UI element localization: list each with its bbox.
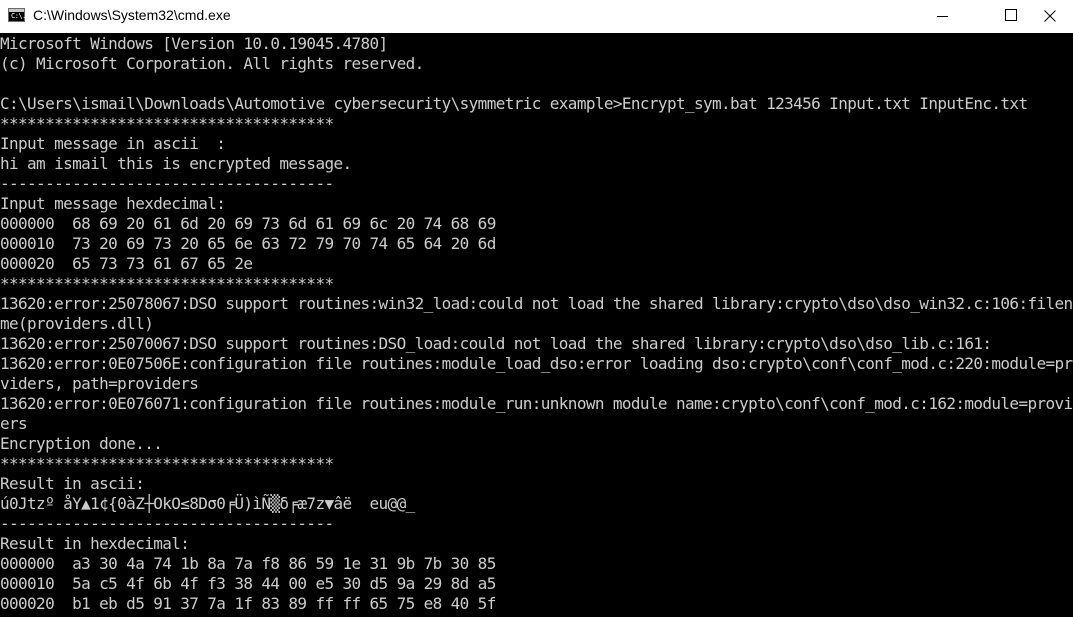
console-line: Result in ascii:: [0, 474, 145, 493]
cmd-window: C:\. C:\Windows\System32\cmd.exe Microso…: [0, 0, 1073, 617]
minimize-icon: [937, 16, 948, 17]
console-line: 13620:error:0E07506E:configuration file …: [0, 354, 1073, 373]
console-line: Encryption done...: [0, 434, 163, 453]
console-line: 13620:error:25070067:DSO support routine…: [0, 334, 992, 353]
console-line: 000000 a3 30 4a 74 1b 8a 7a f8 86 59 1e …: [0, 554, 496, 573]
console-line: *************************************: [0, 274, 334, 293]
console-line: Result in hexdecimal:: [0, 534, 190, 553]
console-line: C:\Users\ismail\Downloads\Automotive cyb…: [0, 94, 1028, 113]
title-bar[interactable]: C:\. C:\Windows\System32\cmd.exe: [0, 0, 1073, 33]
console-line: hi am ismail this is encrypted message.: [0, 154, 352, 173]
console-line: ers: [0, 414, 28, 433]
console-line: 000010 73 20 69 73 20 65 6e 63 72 79 70 …: [0, 234, 496, 253]
icon-glyph: C:\.: [11, 12, 26, 20]
console-line: ú0Jtzº åY▲1¢{0àZ┼OkO≤8Dσ0╒Ü)ìÑ▒δ╒æ7z▼âë …: [0, 494, 415, 513]
console-line: 13620:error:0E076071:configuration file …: [0, 394, 1073, 413]
console-line: 13620:error:25078067:DSO support routine…: [0, 294, 1073, 313]
close-icon: [1044, 10, 1056, 22]
cmd-app-icon[interactable]: C:\.: [8, 8, 26, 22]
console-line: 000020 b1 eb d5 91 37 7a 1f 83 89 ff ff …: [0, 594, 496, 613]
console-line: me(providers.dll): [0, 314, 154, 333]
minimize-button[interactable]: [919, 0, 965, 33]
console-line: Microsoft Windows [Version 10.0.19045.47…: [0, 34, 388, 53]
console-line: 000000 68 69 20 61 6d 20 69 73 6d 61 69 …: [0, 214, 496, 233]
console-line: *************************************: [0, 454, 334, 473]
console-output[interactable]: Microsoft Windows [Version 10.0.19045.47…: [0, 34, 1073, 617]
window-title: C:\Windows\System32\cmd.exe: [33, 7, 231, 23]
console-line: -------------------------------------: [0, 174, 334, 193]
console-line: 000010 5a c5 4f 6b 4f f3 38 44 00 e5 30 …: [0, 574, 496, 593]
maximize-icon: [1005, 9, 1017, 21]
console-line: (c) Microsoft Corporation. All rights re…: [0, 54, 424, 73]
close-button[interactable]: [1027, 0, 1073, 33]
console-line: viders, path=providers: [0, 374, 199, 393]
console-line: -------------------------------------: [0, 514, 334, 533]
console-line: 000020 65 73 73 61 67 65 2e: [0, 254, 253, 273]
console-line: Input message in ascii :: [0, 134, 226, 153]
console-line: Input message hexdecimal:: [0, 194, 226, 213]
console-line: *************************************: [0, 114, 334, 133]
